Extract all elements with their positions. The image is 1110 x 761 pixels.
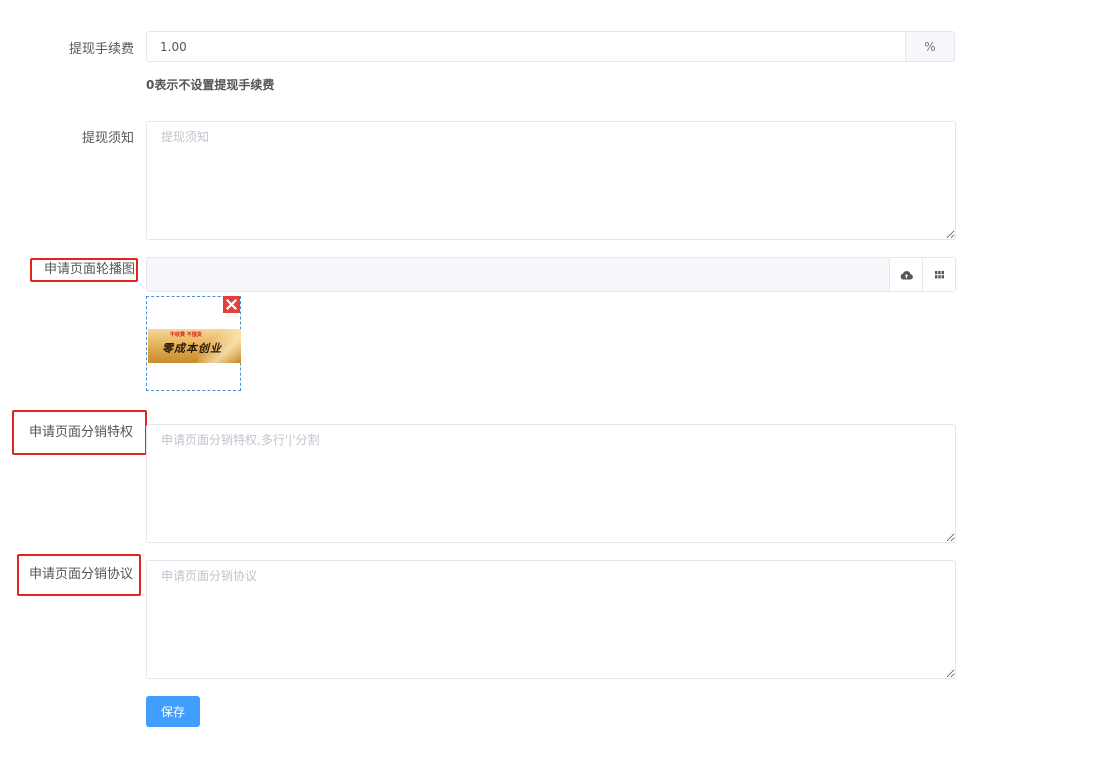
- fee-input-group: %: [146, 31, 955, 62]
- cloud-upload-icon: [900, 270, 913, 280]
- image-tagline: 不收费 不囤货: [170, 332, 202, 338]
- notice-label: 提现须知: [81, 131, 134, 146]
- remove-image-button[interactable]: [223, 296, 240, 313]
- close-icon: [226, 299, 237, 310]
- carousel-label: 申请页面轮播图: [30, 258, 138, 282]
- privileges-label: 申请页面分销特权: [12, 410, 147, 455]
- notice-textarea[interactable]: [146, 121, 956, 240]
- grid-icon: [934, 270, 944, 278]
- save-button[interactable]: 保存: [146, 696, 200, 727]
- fee-unit-addon: %: [905, 31, 955, 62]
- carousel-upload-group: [146, 257, 956, 292]
- distribution-settings-form: 提现手续费 % 0表示不设置提现手续费 提现须知 申请页面轮播图: [0, 0, 1110, 761]
- carousel-image: 不收费 不囤货 零成本创业: [148, 329, 241, 363]
- image-headline: 零成本创业: [162, 342, 222, 355]
- agreement-label: 申请页面分销协议: [17, 554, 141, 596]
- carousel-image-thumbnail: 不收费 不囤货 零成本创业: [146, 296, 241, 391]
- agreement-textarea[interactable]: [146, 560, 956, 679]
- carousel-path-input[interactable]: [147, 258, 889, 291]
- fee-help-text: 0表示不设置提现手续费: [146, 78, 275, 92]
- choose-image-button[interactable]: [922, 258, 955, 291]
- fee-label: 提现手续费: [68, 42, 134, 57]
- upload-button[interactable]: [889, 258, 922, 291]
- privileges-textarea[interactable]: [146, 424, 956, 543]
- fee-input[interactable]: [146, 31, 905, 62]
